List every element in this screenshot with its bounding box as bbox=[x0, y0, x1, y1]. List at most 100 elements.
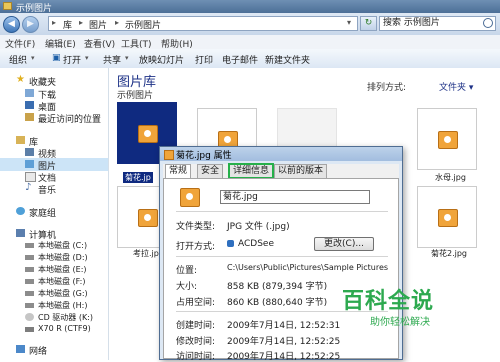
document-icon bbox=[25, 172, 36, 182]
dialog-title: 菊花.jpg 属性 bbox=[176, 151, 232, 161]
sidebar-item-label: 家庭组 bbox=[29, 209, 57, 219]
window-title-bar: 示例图片 bbox=[0, 0, 500, 14]
file-thumbnail[interactable] bbox=[417, 186, 477, 248]
sidebar-item-homegroup[interactable]: 家庭组 bbox=[0, 205, 108, 219]
file-thumbnail[interactable] bbox=[417, 108, 477, 170]
tab-details[interactable]: 详细信息 bbox=[227, 163, 275, 179]
email-button[interactable]: 电子邮件 bbox=[222, 53, 258, 66]
location-value: C:\Users\Public\Pictures\Sample Pictures bbox=[227, 263, 389, 272]
drive-icon bbox=[25, 243, 34, 248]
sidebar-item-label: 音乐 bbox=[38, 186, 57, 196]
image-file-icon bbox=[438, 209, 458, 227]
sidebar-item-label: 本地磁盘 (H:) bbox=[38, 301, 88, 310]
sidebar-item-label: 本地磁盘 (C:) bbox=[38, 241, 88, 250]
refresh-button[interactable]: ↻ bbox=[360, 16, 377, 31]
recent-places-icon bbox=[25, 113, 34, 121]
drive-icon bbox=[25, 255, 34, 260]
print-button[interactable]: 打印 bbox=[195, 53, 213, 66]
file-name: 菊花.jp bbox=[123, 172, 153, 183]
breadcrumb-pictures[interactable]: 图片 bbox=[89, 18, 107, 31]
star-icon: ★ bbox=[16, 74, 25, 85]
folder-icon bbox=[3, 2, 12, 10]
image-file-icon bbox=[180, 188, 200, 207]
size-value: 858 KB (879,394 字节) bbox=[227, 282, 328, 292]
open-button[interactable]: 打开 bbox=[63, 53, 81, 66]
drive-icon bbox=[25, 303, 34, 308]
sidebar-item-label: 本地磁盘 (G:) bbox=[38, 289, 88, 298]
file-name: 考拉.jp bbox=[133, 249, 159, 258]
sidebar-item-recent[interactable]: 最近访问的位置 bbox=[0, 111, 108, 125]
dialog-title-bar: 菊花.jpg 属性 bbox=[160, 147, 402, 161]
watermark-title: 百科全说 bbox=[342, 289, 435, 314]
sidebar-item-label: 本地磁盘 (E:) bbox=[38, 265, 87, 274]
chevron-right-icon: ▸ bbox=[115, 18, 120, 27]
page-subtitle: 示例图片 bbox=[117, 91, 154, 101]
sidebar-item-label: 网络 bbox=[29, 347, 48, 357]
tab-previous-versions[interactable]: 以前的版本 bbox=[274, 164, 328, 178]
search-placeholder: 搜索 示例图片 bbox=[383, 18, 440, 28]
breadcrumb-sample-pictures[interactable]: 示例图片 bbox=[125, 18, 161, 31]
open-with-value: ACDSee bbox=[238, 239, 274, 249]
sidebar-item-label: 本地磁盘 (D:) bbox=[38, 253, 88, 262]
homegroup-icon bbox=[16, 207, 25, 215]
back-button[interactable]: ◀ bbox=[3, 16, 20, 33]
accessed-label: 访问时间: bbox=[176, 352, 216, 362]
created-label: 创建时间: bbox=[176, 321, 216, 331]
drive-icon bbox=[25, 267, 34, 272]
dialog-body: 常规 安全 详细信息 以前的版本 菊花.jpg 文件类型: JPG 文件 (.j… bbox=[163, 163, 399, 362]
divider bbox=[176, 211, 388, 212]
chevron-down-icon: ▾ bbox=[125, 54, 129, 62]
video-icon bbox=[25, 148, 34, 156]
desktop-icon bbox=[25, 101, 34, 109]
cd-icon bbox=[25, 313, 34, 321]
search-input[interactable]: 搜索 示例图片 bbox=[379, 16, 496, 31]
properties-dialog: 菊花.jpg 属性 常规 安全 详细信息 以前的版本 菊花.jpg 文件类型: … bbox=[159, 146, 403, 362]
file-type-value: JPG 文件 (.jpg) bbox=[227, 222, 290, 232]
sidebar-item-network[interactable]: 网络 bbox=[0, 343, 108, 357]
chevron-down-icon: ▾ bbox=[31, 54, 35, 62]
filename-field[interactable]: 菊花.jpg bbox=[220, 190, 370, 204]
pictures-icon bbox=[25, 160, 34, 168]
acdsee-icon bbox=[227, 240, 234, 247]
file-type-label: 文件类型: bbox=[176, 222, 216, 232]
sidebar-item-label: 本地磁盘 (F:) bbox=[38, 277, 86, 286]
created-value: 2009年7月14日, 12:52:31 bbox=[227, 321, 341, 331]
forward-button[interactable]: ▶ bbox=[22, 16, 39, 33]
change-button[interactable]: 更改(C)... bbox=[314, 237, 374, 251]
image-file-icon bbox=[438, 131, 458, 149]
drive-icon bbox=[25, 291, 34, 296]
address-bar[interactable]: ▸ 库 ▸ 图片 ▸ 示例图片 ▾ bbox=[48, 16, 358, 31]
drive-icon bbox=[25, 279, 34, 284]
sidebar-item-label: X70 R (CTF9) bbox=[38, 324, 91, 333]
size-label: 大小: bbox=[176, 282, 198, 292]
file-name: 水母.jpg bbox=[435, 173, 466, 182]
sidebar-item-music[interactable]: ♪ 音乐 bbox=[0, 182, 108, 196]
chevron-right-icon: ▸ bbox=[52, 18, 57, 27]
arrange-by-dropdown[interactable]: 文件夹 ▾ bbox=[439, 80, 473, 93]
sidebar-item-removable[interactable]: X70 R (CTF9) bbox=[0, 323, 108, 336]
image-file-icon bbox=[164, 150, 174, 160]
organize-button[interactable]: 组织 bbox=[9, 53, 27, 66]
command-bar: 组织 ▾ ▣ 打开 ▾ 共享 ▾ 放映幻灯片 打印 电子邮件 新建文件夹 bbox=[0, 49, 500, 69]
tab-security[interactable]: 安全 bbox=[197, 164, 224, 178]
network-icon bbox=[16, 345, 25, 353]
open-with-label: 打开方式: bbox=[176, 242, 216, 252]
slideshow-button[interactable]: 放映幻灯片 bbox=[139, 53, 184, 66]
search-icon bbox=[483, 18, 493, 28]
breadcrumb-library[interactable]: 库 bbox=[63, 18, 72, 31]
music-icon: ♪ bbox=[25, 182, 32, 193]
file-name: 菊花2.jpg bbox=[431, 249, 468, 258]
location-label: 位置: bbox=[176, 266, 198, 276]
sidebar-item-favorites[interactable]: ★ 收藏夹 bbox=[0, 74, 108, 88]
image-file-icon bbox=[138, 125, 158, 143]
computer-icon bbox=[16, 229, 25, 237]
sidebar-item-label: 最近访问的位置 bbox=[38, 115, 102, 125]
tab-general[interactable]: 常规 bbox=[165, 164, 192, 179]
size-on-disk-value: 860 KB (880,640 字节) bbox=[227, 298, 328, 308]
navigation-pane: ★ 收藏夹 下载 桌面 最近访问的位置 库 视频 图片 文档 ♪ 音乐 家庭组 … bbox=[0, 68, 109, 360]
chevron-down-icon[interactable]: ▾ bbox=[347, 18, 351, 27]
address-row: ◀ ▶ ▸ 库 ▸ 图片 ▸ 示例图片 ▾ ↻ 搜索 示例图片 bbox=[0, 13, 500, 35]
library-icon bbox=[16, 136, 25, 144]
new-folder-button[interactable]: 新建文件夹 bbox=[265, 53, 310, 66]
share-button[interactable]: 共享 bbox=[103, 53, 121, 66]
